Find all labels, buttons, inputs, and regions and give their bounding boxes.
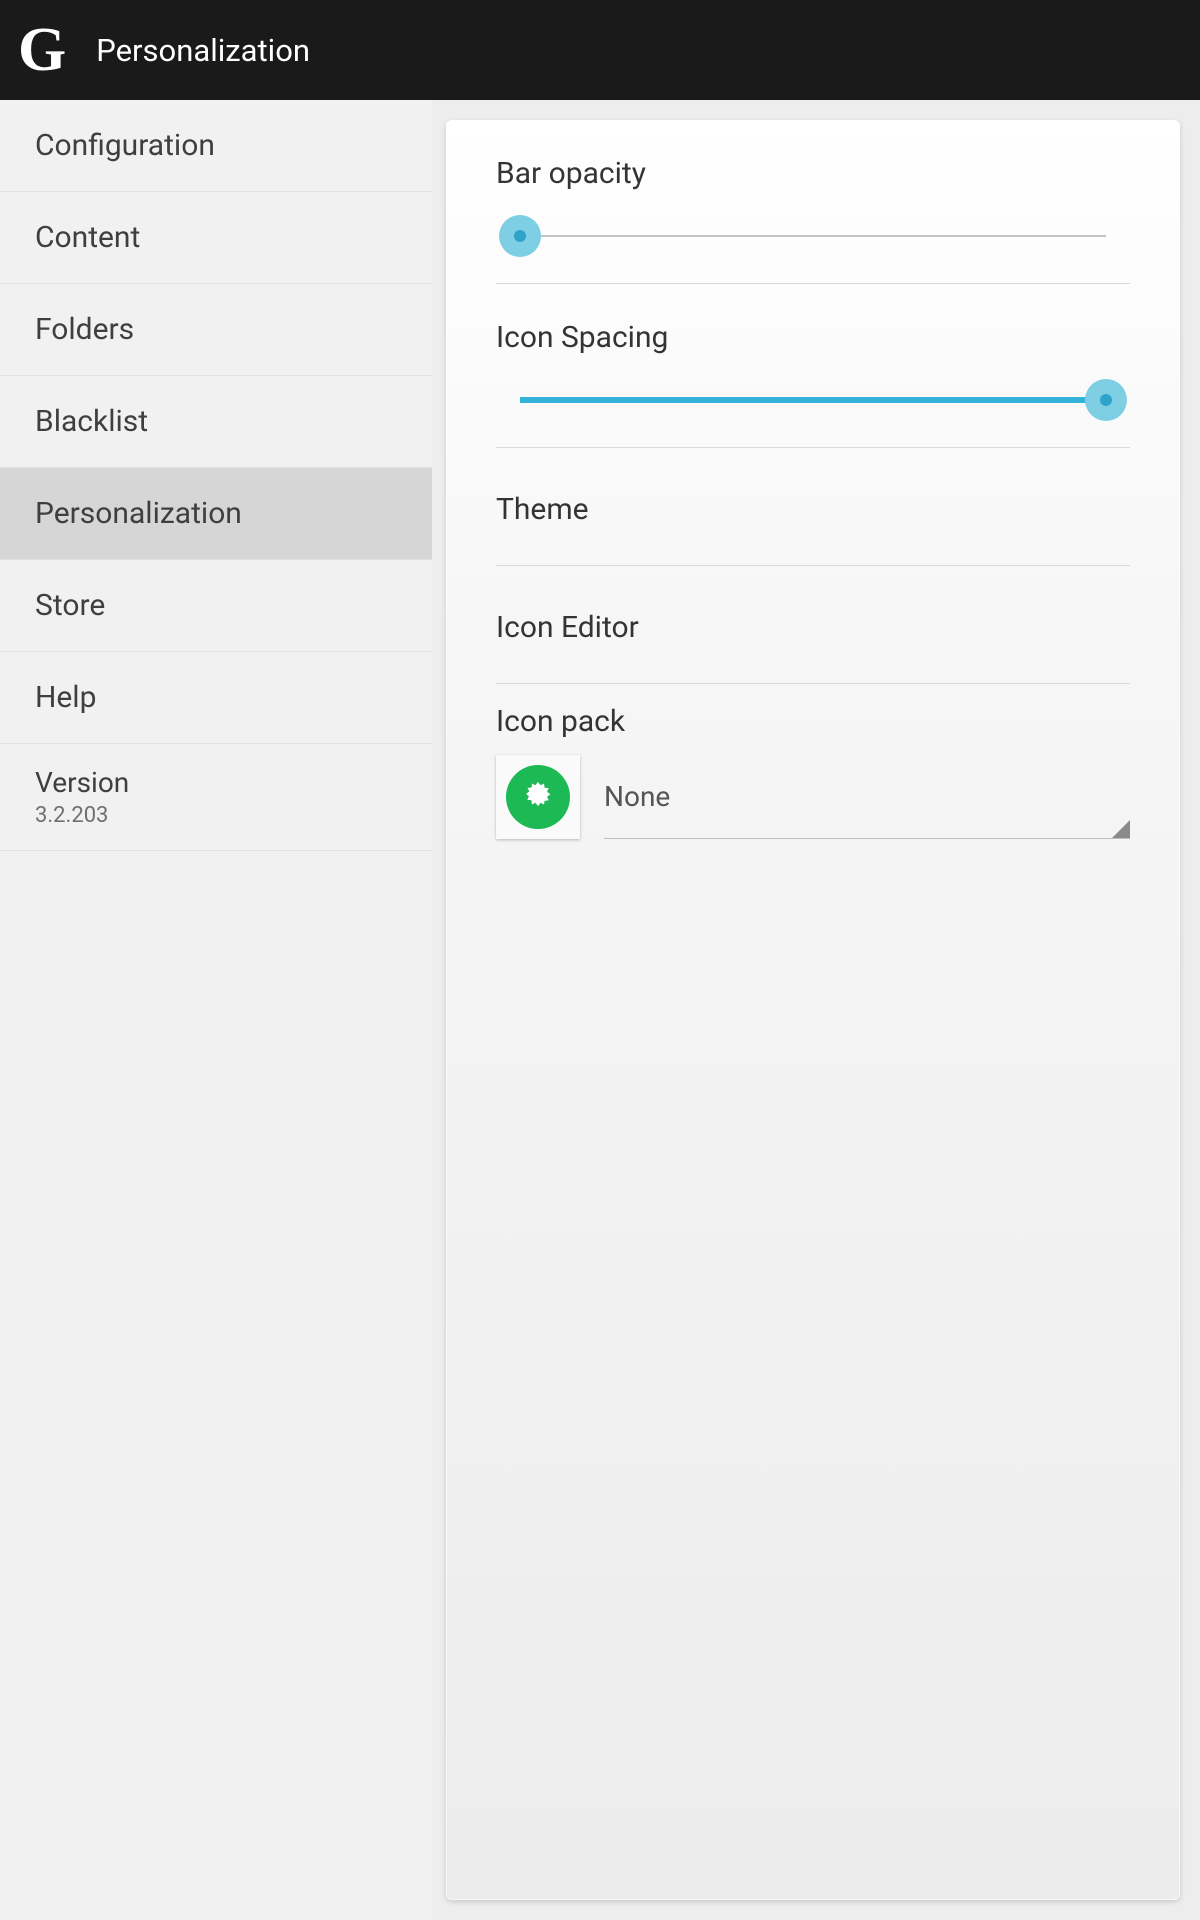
sidebar: Configuration Content Folders Blacklist … — [0, 100, 432, 1920]
icon-pack-select[interactable]: None — [604, 755, 1130, 839]
main-panel-wrap: Bar opacity Icon Spacing — [432, 100, 1200, 1920]
icon-pack-selected: None — [604, 780, 670, 813]
sidebar-item-store[interactable]: Store — [0, 560, 432, 652]
slider-thumb[interactable] — [1085, 379, 1127, 421]
dropdown-indicator-icon — [1112, 820, 1130, 838]
app-logo: G — [18, 15, 66, 86]
sidebar-item-label: Personalization — [35, 496, 242, 531]
bar-opacity-label: Bar opacity — [446, 156, 1180, 215]
slider-fill — [520, 397, 1106, 403]
setting-theme[interactable]: Theme — [446, 448, 1180, 565]
hand-icon — [506, 765, 570, 829]
sidebar-item-label: Folders — [35, 312, 134, 347]
theme-label: Theme — [496, 492, 589, 527]
sidebar-item-label: Store — [35, 588, 105, 623]
sidebar-item-label: Configuration — [35, 128, 215, 163]
setting-bar-opacity: Bar opacity — [446, 120, 1180, 284]
version-label: Version — [35, 766, 397, 799]
setting-icon-pack: Icon pack None — [446, 684, 1180, 839]
settings-panel: Bar opacity Icon Spacing — [446, 120, 1180, 1900]
sidebar-item-version: Version 3.2.203 — [0, 744, 432, 851]
slider-thumb[interactable] — [499, 215, 541, 257]
app-header: G Personalization — [0, 0, 1200, 100]
sidebar-item-personalization[interactable]: Personalization — [0, 468, 432, 560]
page-title: Personalization — [96, 32, 310, 69]
sidebar-item-folders[interactable]: Folders — [0, 284, 432, 376]
icon-pack-preview-tile — [496, 755, 580, 839]
content-area: Configuration Content Folders Blacklist … — [0, 100, 1200, 1920]
icon-spacing-label: Icon Spacing — [446, 320, 1180, 379]
setting-icon-spacing: Icon Spacing — [446, 284, 1180, 448]
sidebar-item-help[interactable]: Help — [0, 652, 432, 744]
sidebar-item-configuration[interactable]: Configuration — [0, 100, 432, 192]
icon-pack-label: Icon pack — [496, 704, 1130, 739]
sidebar-item-label: Content — [35, 220, 140, 255]
bar-opacity-slider[interactable] — [496, 215, 1130, 257]
sidebar-item-label: Help — [35, 680, 96, 715]
icon-editor-label: Icon Editor — [496, 610, 639, 645]
sidebar-item-label: Blacklist — [35, 404, 148, 439]
sidebar-item-blacklist[interactable]: Blacklist — [0, 376, 432, 468]
version-value: 3.2.203 — [35, 803, 397, 828]
slider-track — [520, 235, 1106, 237]
sidebar-item-content[interactable]: Content — [0, 192, 432, 284]
icon-spacing-slider[interactable] — [496, 379, 1130, 421]
setting-icon-editor[interactable]: Icon Editor — [446, 566, 1180, 683]
